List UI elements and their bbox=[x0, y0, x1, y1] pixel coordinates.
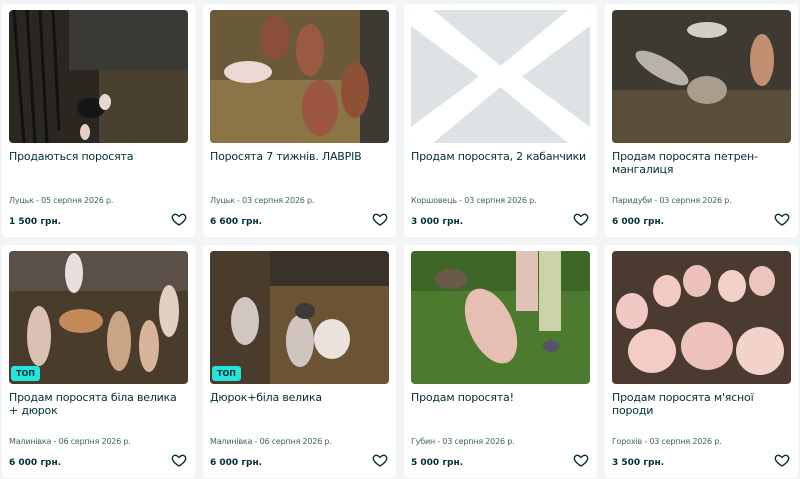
listing-photo[interactable] bbox=[411, 251, 590, 384]
heart-outline-icon[interactable] bbox=[372, 211, 388, 227]
listing-location-date: Горохів - 03 серпня 2026 р. bbox=[612, 437, 722, 446]
listing-price: 6 000 грн. bbox=[612, 217, 665, 227]
listing-title[interactable]: Продаються поросята bbox=[9, 150, 187, 163]
listing-location-date: Луцьк - 03 серпня 2026 р. bbox=[210, 196, 315, 205]
heart-outline-icon[interactable] bbox=[774, 211, 790, 227]
listing-card[interactable]: ТОП Продам поросята біла велика + дюрок … bbox=[2, 245, 195, 478]
listing-photo[interactable] bbox=[210, 10, 389, 143]
listing-location-date: Губин - 03 серпня 2026 р. bbox=[411, 437, 515, 446]
listing-grid: Продаються поросята Луцьк - 05 серпня 20… bbox=[0, 0, 800, 479]
listing-card[interactable]: ТОП Дюрок+біла велика Малинівка - 06 сер… bbox=[203, 245, 396, 478]
listing-card[interactable]: Продам поросята, 2 кабанчики Коршовець -… bbox=[404, 4, 597, 237]
listing-title[interactable]: Продам поросята петрен-мангалиця bbox=[612, 150, 790, 176]
listing-card[interactable]: Продам поросята петрен-мангалиця Паридуб… bbox=[605, 4, 798, 237]
listing-price: 1 500 грн. bbox=[9, 217, 62, 227]
listing-photo-placeholder[interactable] bbox=[411, 10, 590, 143]
listing-card[interactable]: Продам поросята! Губин - 03 серпня 2026 … bbox=[404, 245, 597, 478]
heart-outline-icon[interactable] bbox=[573, 211, 589, 227]
listing-location-date: Малинівка - 06 серпня 2026 р. bbox=[9, 437, 131, 446]
listing-price: 6 600 грн. bbox=[210, 217, 263, 227]
listing-title[interactable]: Поросята 7 тижнів. ЛАВРІВ bbox=[210, 150, 388, 163]
listing-photo[interactable] bbox=[9, 10, 188, 143]
listing-location-date: Луцьк - 05 серпня 2026 р. bbox=[9, 196, 114, 205]
listing-title[interactable]: Продам поросята м'ясної породи bbox=[612, 391, 790, 417]
listing-title[interactable]: Продам поросята! bbox=[411, 391, 589, 404]
top-badge: ТОП bbox=[11, 366, 40, 381]
listing-location-date: Коршовець - 03 серпня 2026 р. bbox=[411, 196, 537, 205]
listing-title[interactable]: Продам поросята, 2 кабанчики bbox=[411, 150, 589, 163]
listing-location-date: Малинівка - 06 серпня 2026 р. bbox=[210, 437, 332, 446]
heart-outline-icon[interactable] bbox=[774, 452, 790, 468]
listing-price: 6 000 грн. bbox=[210, 458, 263, 468]
heart-outline-icon[interactable] bbox=[171, 211, 187, 227]
listing-location-date: Паридуби - 03 серпня 2026 р. bbox=[612, 196, 732, 205]
listing-price: 3 500 грн. bbox=[612, 458, 665, 468]
listing-photo[interactable] bbox=[612, 10, 791, 143]
listing-card[interactable]: Продаються поросята Луцьк - 05 серпня 20… bbox=[2, 4, 195, 237]
listing-card[interactable]: Продам поросята м'ясної породи Горохів -… bbox=[605, 245, 798, 478]
listing-title[interactable]: Продам поросята біла велика + дюрок bbox=[9, 391, 187, 417]
top-badge: ТОП bbox=[212, 366, 241, 381]
listing-price: 6 000 грн. bbox=[9, 458, 62, 468]
listing-card[interactable]: Поросята 7 тижнів. ЛАВРІВ Луцьк - 03 сер… bbox=[203, 4, 396, 237]
heart-outline-icon[interactable] bbox=[171, 452, 187, 468]
listing-price: 3 000 грн. bbox=[411, 217, 464, 227]
listing-title[interactable]: Дюрок+біла велика bbox=[210, 391, 388, 404]
listing-photo[interactable]: ТОП bbox=[9, 251, 188, 384]
listing-photo[interactable]: ТОП bbox=[210, 251, 389, 384]
listing-price: 5 000 грн. bbox=[411, 458, 464, 468]
heart-outline-icon[interactable] bbox=[372, 452, 388, 468]
heart-outline-icon[interactable] bbox=[573, 452, 589, 468]
listing-photo[interactable] bbox=[612, 251, 791, 384]
